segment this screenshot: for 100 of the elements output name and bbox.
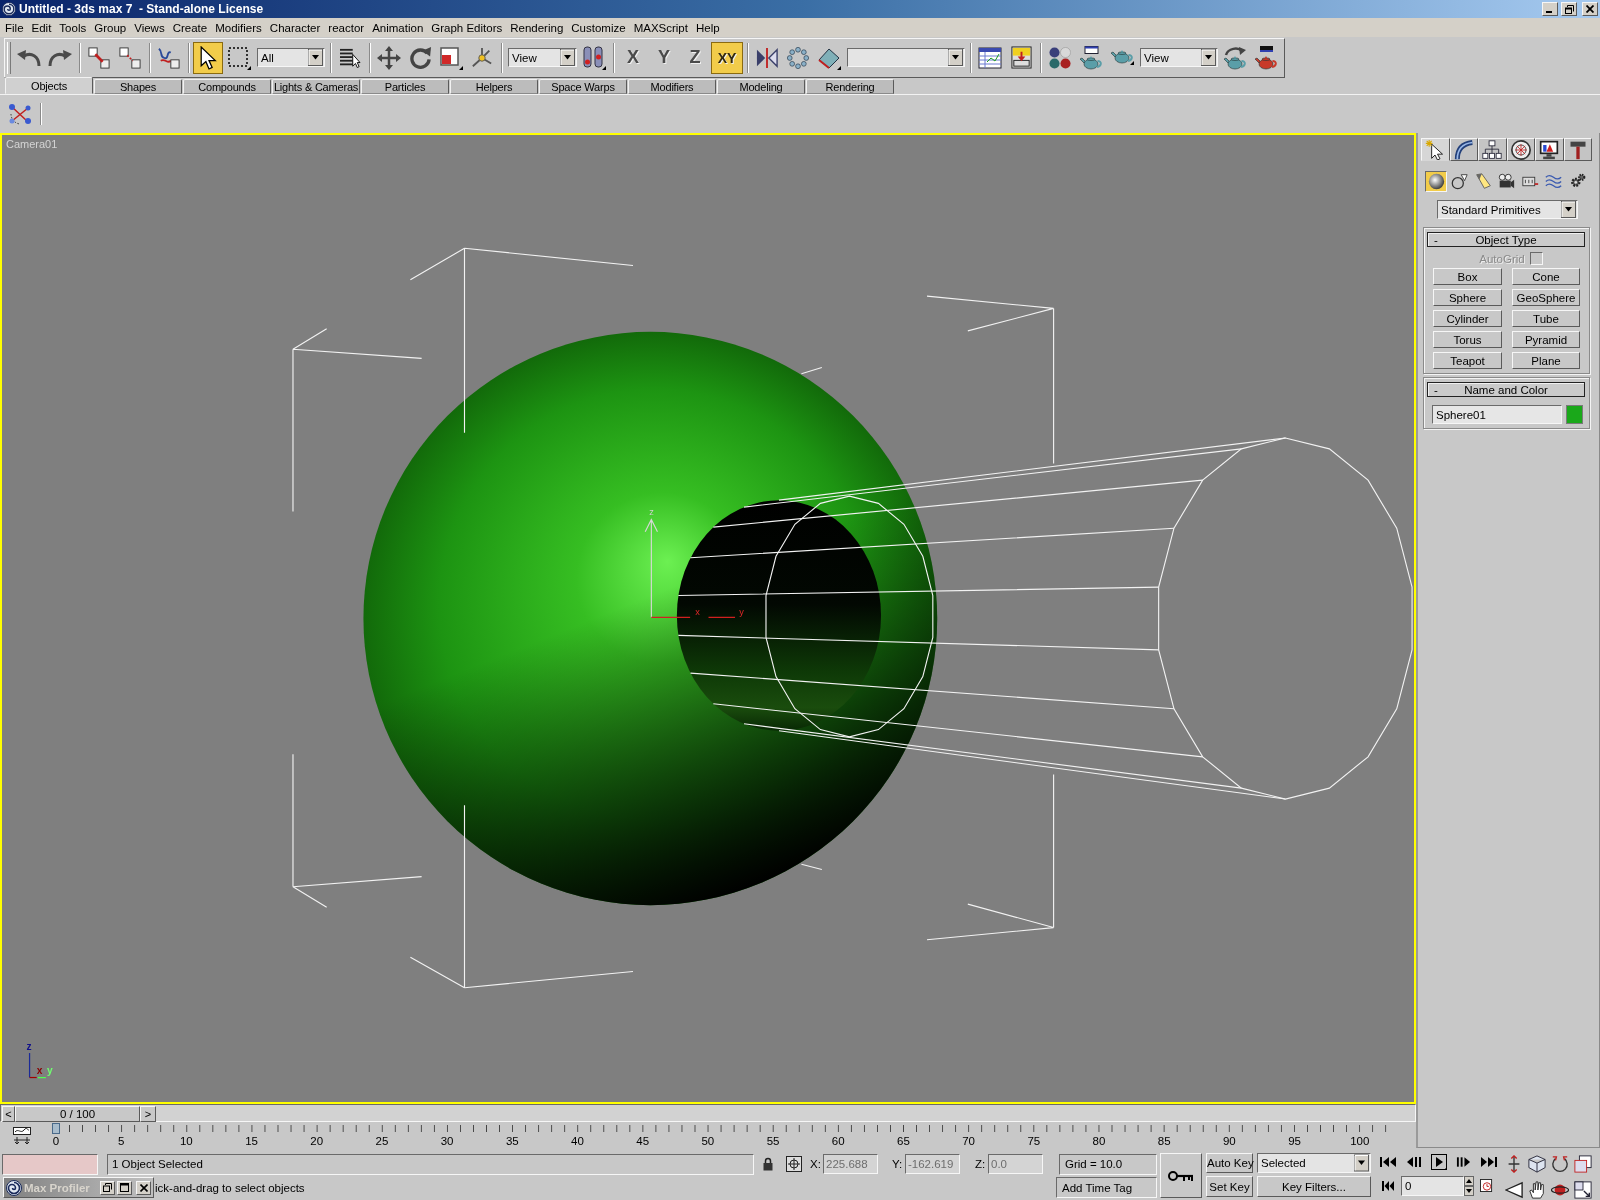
menu-item[interactable]: File [1,19,28,36]
node-link-icon[interactable] [8,102,32,126]
tab[interactable]: Helpers [450,79,538,94]
tab[interactable]: Shapes [94,79,182,94]
object-type-button[interactable]: Plane [1512,352,1580,369]
object-type-button[interactable]: Teapot [1433,352,1502,369]
curve-window-icon[interactable] [13,1127,31,1145]
menu-item[interactable]: Customize [567,19,630,36]
frame-number: 60 [831,1135,845,1148]
tab[interactable]: Lights & Cameras [272,79,360,94]
object-type-button[interactable]: Cylinder [1433,310,1502,327]
toolbar-dropdown[interactable]: View [1140,48,1218,67]
object-type-button[interactable]: Pyramid [1512,331,1580,348]
frame-field[interactable]: 0 [1401,1175,1464,1196]
category-button[interactable] [1425,171,1447,192]
transform-gizmo[interactable] [644,518,736,619]
skip-start-icon[interactable] [1379,1155,1397,1169]
maximize-toggle-icon[interactable] [1574,1180,1592,1199]
next-frame-button[interactable]: > [140,1106,156,1122]
close-icon [139,1183,148,1192]
time-tag-field[interactable]: Add Time Tag [1056,1177,1157,1198]
panel-tab[interactable] [1535,138,1564,161]
maximize-button[interactable] [117,1180,132,1195]
close-button[interactable] [1582,2,1598,16]
restore-button[interactable] [100,1180,115,1195]
camera-viewport[interactable]: Camera01 z x y z x y [0,133,1416,1104]
play-icon[interactable] [1431,1154,1447,1170]
overlapping-squares-icon[interactable] [1574,1155,1592,1173]
object-type-button[interactable]: GeoSphere [1512,289,1580,306]
menu-item[interactable]: Views [130,19,169,36]
menu-item[interactable]: Edit [27,19,56,36]
previous-frame-button[interactable]: < [2,1106,15,1122]
step-back-icon[interactable] [1406,1155,1422,1169]
tab[interactable]: Space Warps [539,79,627,94]
menu-item[interactable]: reactor [324,19,369,36]
object-type-button[interactable]: Box [1433,268,1502,285]
object-type-button[interactable]: Torus [1433,331,1502,348]
tab[interactable]: Modeling [717,79,805,94]
select-button[interactable] [193,41,223,74]
time-slider-track[interactable]: < 0 / 100 > [0,1104,1416,1122]
key-mode-dropdown[interactable]: Selected [1257,1153,1371,1173]
key-button[interactable] [1160,1153,1202,1198]
menu-item[interactable]: Create [168,19,212,36]
tab[interactable]: Compounds [183,79,271,94]
color-swatch-icon[interactable] [1566,405,1583,424]
axis-constraint-button[interactable]: X [618,41,648,74]
menu-item[interactable]: Animation [368,19,428,36]
menu-item[interactable]: Graph Editors [427,19,507,36]
menu-item[interactable]: Modifiers [211,19,266,36]
axis-constraint-button[interactable]: XY [711,41,743,74]
panel-tab[interactable] [1506,138,1535,161]
cylinder-wireframe[interactable] [677,437,1413,800]
tab[interactable]: Rendering [806,79,894,94]
cube-icon[interactable] [1528,1155,1546,1173]
tab[interactable]: Objects [5,77,93,94]
axis-constraint-button[interactable]: Z [680,41,710,74]
tab[interactable]: Modifiers [628,79,716,94]
auto-key-button[interactable]: Auto Key [1206,1153,1253,1173]
name-field[interactable]: Sphere01 [1432,405,1562,424]
key-filters-button[interactable]: Key Filters... [1257,1176,1371,1197]
hand-icon[interactable] [1528,1180,1546,1199]
minimize-button[interactable] [1542,2,1558,16]
restore-button[interactable] [1561,2,1577,16]
menu-item[interactable]: Character [265,19,325,36]
tab[interactable]: Particles [361,79,449,94]
axis-constraint-button[interactable]: Y [649,41,679,74]
menu-item[interactable]: MAXScript [629,19,692,36]
object-type-button[interactable]: Tube [1512,310,1580,327]
skip-end-icon[interactable] [1480,1155,1498,1169]
panel-tab[interactable] [1449,138,1478,161]
triangle-icon[interactable] [1505,1180,1523,1199]
hierarchy-icon [1482,139,1503,160]
key-step-icon[interactable] [1382,1179,1394,1192]
lock-icon[interactable] [763,1157,773,1171]
panel-tab[interactable] [1563,138,1592,161]
listener-field[interactable] [2,1153,98,1175]
object-type-button[interactable]: Cone [1512,268,1580,285]
menu-item[interactable]: Rendering [506,19,568,36]
time-marker[interactable] [52,1123,60,1134]
panel-tab[interactable] [1478,138,1507,161]
close-button[interactable] [136,1180,151,1195]
spinner-icon[interactable] [1464,1175,1474,1196]
rollout-header[interactable]: - Name and Color [1427,382,1585,397]
toolbar-dropdown[interactable]: View [508,48,577,67]
time-slider-thumb[interactable]: 0 / 100 [15,1106,140,1122]
toolbar-dropdown[interactable]: All [257,48,325,67]
menu-item[interactable]: Group [90,19,131,36]
set-key-button[interactable]: Set Key [1206,1176,1253,1197]
menu-item[interactable]: Tools [55,19,91,36]
menu-item[interactable]: Help [691,19,724,36]
clock-window-icon[interactable] [1480,1179,1493,1192]
orbit-arrows-icon[interactable] [1551,1155,1569,1173]
crosshair-box-icon[interactable] [786,1156,802,1172]
object-category-dropdown[interactable]: Standard Primitives [1437,200,1578,219]
step-forward-icon[interactable] [1456,1155,1471,1169]
panel-tab[interactable] [1421,138,1450,161]
toolbar-dropdown[interactable] [847,48,965,67]
object-type-button[interactable]: Sphere [1433,289,1502,306]
capsule-pair-icon [582,45,606,70]
rollout-header[interactable]: - Object Type [1427,232,1585,247]
